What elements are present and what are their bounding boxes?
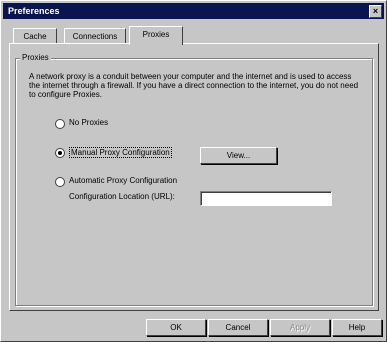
apply-button-label: Apply	[289, 323, 310, 332]
ok-button-label: OK	[170, 323, 182, 332]
tab-proxies[interactable]: Proxies	[129, 26, 183, 45]
window-title: Preferences	[8, 6, 60, 16]
apply-button[interactable]: Apply	[270, 319, 330, 336]
radio-automatic-proxy-label: Automatic Proxy Configuration	[69, 176, 178, 185]
help-button-label: Help	[348, 323, 366, 332]
close-button[interactable]: ×	[369, 5, 382, 18]
group-label: Proxies	[20, 53, 51, 62]
proxy-description: A network proxy is a conduit between you…	[29, 72, 359, 99]
tab-proxies-label: Proxies	[142, 30, 170, 39]
cancel-button-label: Cancel	[225, 323, 251, 332]
tab-connections-label: Connections	[72, 32, 118, 41]
close-icon: ×	[372, 6, 379, 16]
cancel-button[interactable]: Cancel	[208, 319, 268, 336]
radio-automatic-proxy-circle[interactable]	[55, 177, 65, 187]
view-button[interactable]: View...	[200, 147, 277, 164]
help-button[interactable]: Help	[332, 319, 382, 336]
config-location-input[interactable]	[200, 191, 332, 206]
view-button-label: View...	[226, 151, 251, 160]
radio-no-proxies-circle[interactable]	[55, 119, 65, 129]
radio-no-proxies-label: No Proxies	[69, 118, 109, 127]
ok-button[interactable]: OK	[146, 319, 206, 336]
title-bar[interactable]: Preferences ×	[3, 3, 384, 19]
proxies-panel: Proxies A network proxy is a conduit bet…	[9, 43, 379, 311]
tab-connections[interactable]: Connections	[64, 28, 126, 44]
config-location-label: Configuration Location (URL):	[69, 192, 175, 201]
radio-manual-proxy-circle[interactable]	[55, 148, 65, 158]
tab-cache-label: Cache	[23, 32, 47, 41]
tab-cache[interactable]: Cache	[13, 28, 57, 44]
preferences-window: Preferences × Cache Connections Proxies …	[0, 0, 387, 342]
radio-manual-proxy-label: Manual Proxy Configuration	[69, 147, 172, 158]
